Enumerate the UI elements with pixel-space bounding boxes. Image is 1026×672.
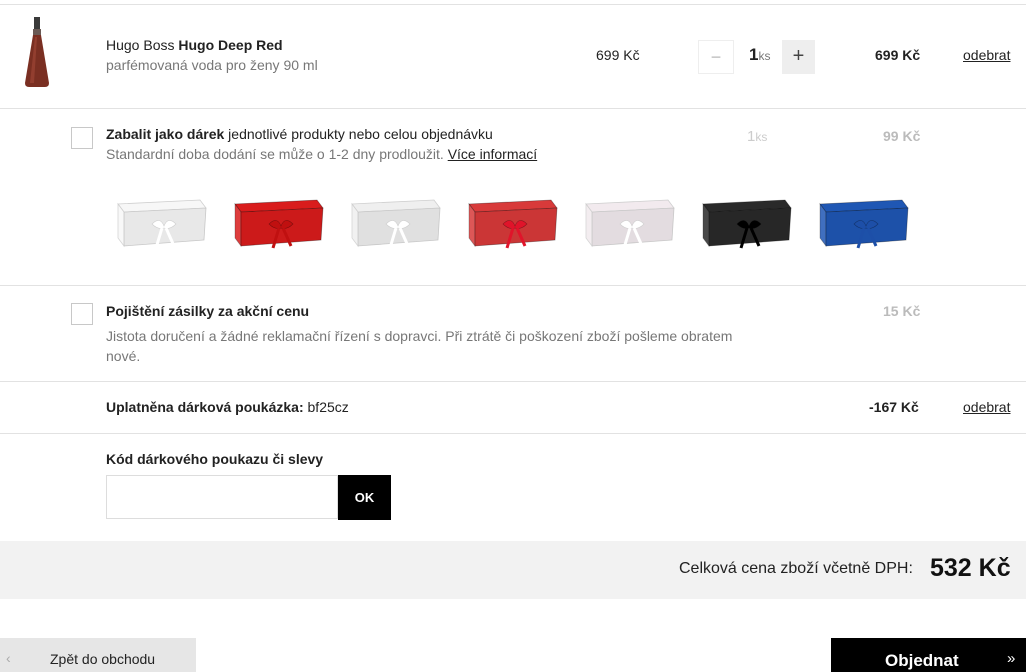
gift-box-options: [112, 190, 912, 260]
quantity-unit: ks: [758, 49, 771, 63]
order-button[interactable]: Objednat »: [831, 638, 1026, 672]
discount-code-label: Kód dárkového poukazu či slevy: [106, 451, 324, 467]
remove-item-link[interactable]: odebrat: [963, 47, 1010, 63]
voucher-label-bold: Uplatněna dárková poukázka:: [106, 399, 304, 415]
product-brand: Hugo Boss: [106, 37, 175, 53]
applied-voucher-row: Uplatněna dárková poukázka: bf25cz -167 …: [0, 383, 1026, 434]
product-title: Hugo Deep Red: [178, 37, 283, 53]
back-to-shop-label: Zpět do obchodu: [50, 651, 156, 667]
insurance-price: 15 Kč: [883, 303, 921, 319]
back-to-shop-button[interactable]: ‹ Zpět do obchodu: [0, 638, 196, 672]
voucher-label: Uplatněna dárková poukázka: bf25cz: [106, 399, 349, 415]
gift-wrap-title-rest: jednotlivé produkty nebo celou objednávk…: [224, 126, 493, 142]
gift-box-option[interactable]: [697, 190, 793, 254]
chevron-left-icon: ‹: [6, 650, 11, 666]
order-label: Objednat: [885, 651, 959, 670]
gift-wrap-delivery-note: Standardní doba dodání se může o 1-2 dny…: [106, 146, 448, 162]
voucher-amount: -167 Kč: [869, 399, 919, 415]
gift-box-option[interactable]: [463, 190, 559, 254]
gift-wrap-row: Zabalit jako dárek jednotlivé produkty n…: [0, 110, 1026, 286]
product-name[interactable]: Hugo Boss Hugo Deep Red: [106, 37, 283, 53]
gift-box-option[interactable]: [580, 190, 676, 254]
cart-item-row: Hugo Boss Hugo Deep Red parfémovaná voda…: [0, 5, 1026, 109]
voucher-code: bf25cz: [303, 399, 349, 415]
gift-box-option[interactable]: [346, 190, 442, 254]
product-subtitle: parfémovaná voda pro ženy 90 ml: [106, 57, 318, 73]
gift-wrap-price: 99 Kč: [883, 128, 921, 144]
qty-decrease-button[interactable]: −: [698, 40, 734, 74]
insurance-row: Pojištění zásilky za akční cenu Jistota …: [0, 287, 1026, 382]
double-chevron-right-icon: »: [1007, 650, 1016, 667]
insurance-checkbox[interactable]: [71, 303, 93, 325]
more-info-link[interactable]: Více informací: [448, 146, 537, 162]
gift-wrap-qty-unit: ks: [755, 130, 768, 144]
unit-price: 699 Kč: [596, 47, 640, 63]
total-value: 532 Kč: [930, 554, 1011, 582]
gift-wrap-title: Zabalit jako dárek jednotlivé produkty n…: [106, 126, 493, 142]
quantity-value: 1ks: [749, 45, 770, 65]
insurance-description: Jistota doručení a žádné reklamační říze…: [106, 328, 733, 364]
gift-box-option[interactable]: [814, 190, 910, 254]
line-total: 699 Kč: [875, 47, 921, 63]
total-bar: Celková cena zboží včetně DPH: 532 Kč: [0, 541, 1026, 599]
discount-code-input[interactable]: [106, 475, 338, 519]
gift-box-option[interactable]: [229, 190, 325, 254]
product-image[interactable]: [22, 17, 52, 89]
apply-code-button[interactable]: OK: [338, 475, 391, 520]
insurance-title: Pojištění zásilky za akční cenu: [106, 303, 310, 319]
gift-wrap-subtitle: Standardní doba dodání se může o 1-2 dny…: [106, 146, 537, 162]
gift-wrap-checkbox[interactable]: [71, 127, 93, 149]
total-label: Celková cena zboží včetně DPH:: [679, 560, 913, 577]
qty-increase-button[interactable]: +: [782, 40, 815, 74]
gift-wrap-qty: 1ks: [747, 128, 767, 145]
gift-wrap-title-bold: Zabalit jako dárek: [106, 126, 225, 142]
remove-voucher-link[interactable]: odebrat: [963, 399, 1010, 415]
gift-box-option[interactable]: [112, 190, 208, 254]
